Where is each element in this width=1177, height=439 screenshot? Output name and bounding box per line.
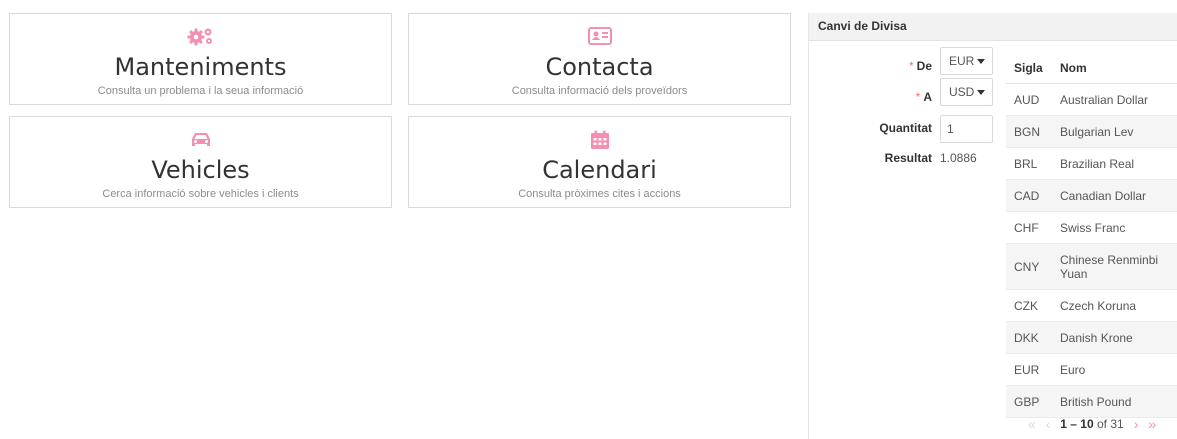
card-title: Calendari bbox=[542, 156, 657, 184]
currency-code: CZK bbox=[1006, 289, 1052, 322]
table-row[interactable]: BRL Brazilian Real bbox=[1006, 147, 1177, 180]
to-label: * A bbox=[916, 90, 932, 104]
table-row[interactable]: BGN Bulgarian Lev bbox=[1006, 115, 1177, 148]
to-currency-row: * A bbox=[809, 83, 932, 111]
card-calendari[interactable]: Calendari Consulta pròximes cites i acci… bbox=[408, 116, 791, 208]
table-header-row: Sigla Nom bbox=[1006, 52, 1177, 84]
currency-name: Canadian Dollar bbox=[1052, 179, 1177, 212]
result-label: Resultat bbox=[884, 151, 932, 165]
to-currency-value: USD bbox=[949, 85, 975, 99]
currency-code: EUR bbox=[1006, 353, 1052, 386]
currency-name: Bulgarian Lev bbox=[1052, 115, 1177, 148]
table-row[interactable]: CAD Canadian Dollar bbox=[1006, 179, 1177, 212]
required-mark: * bbox=[915, 90, 921, 104]
quantity-label: Quantitat bbox=[879, 121, 932, 135]
currency-table: Sigla Nom AUD Australian Dollar BGN Bulgar… bbox=[1006, 52, 1177, 418]
chevron-down-icon bbox=[977, 59, 985, 64]
first-page-icon[interactable]: « bbox=[1028, 416, 1036, 432]
to-currency-select[interactable]: USD bbox=[940, 78, 993, 106]
last-page-icon[interactable]: » bbox=[1148, 416, 1156, 432]
page-range: 1 – 10 of 31 bbox=[1060, 417, 1123, 431]
card-vehicles[interactable]: Vehicles Cerca informació sobre vehicles… bbox=[9, 116, 392, 208]
currency-code: AUD bbox=[1006, 83, 1052, 116]
card-title: Manteniments bbox=[114, 53, 287, 81]
table-row[interactable]: CNY Chinese Renminbi Yuan bbox=[1006, 243, 1177, 290]
required-mark: * bbox=[908, 59, 914, 73]
card-title: Vehicles bbox=[151, 156, 250, 184]
currency-name: Brazilian Real bbox=[1052, 147, 1177, 180]
to-label-text: A bbox=[923, 90, 932, 104]
next-page-icon[interactable]: › bbox=[1134, 416, 1139, 432]
result-row: Resultat bbox=[809, 151, 932, 167]
currency-code: CAD bbox=[1006, 179, 1052, 212]
currency-code: CNY bbox=[1006, 243, 1052, 290]
currency-code: DKK bbox=[1006, 321, 1052, 354]
card-subtitle: Consulta pròximes cites i accions bbox=[518, 188, 681, 200]
quantity-row: Quantitat bbox=[809, 114, 932, 142]
currency-code: BRL bbox=[1006, 147, 1052, 180]
column-header-nom[interactable]: Nom bbox=[1052, 52, 1177, 84]
card-subtitle: Consulta informació dels proveïdors bbox=[511, 85, 688, 97]
currency-exchange-panel: Canvi de Divisa * De EUR * A USD Quantitat… bbox=[808, 13, 1177, 439]
table-row[interactable]: EUR Euro bbox=[1006, 353, 1177, 386]
card-contacta[interactable]: Contacta Consulta informació dels proveï… bbox=[408, 13, 791, 105]
gears-icon bbox=[10, 26, 391, 48]
pagination: « ‹ 1 – 10 of 31 › » bbox=[1006, 412, 1177, 436]
car-icon bbox=[10, 129, 391, 151]
currency-name: Australian Dollar bbox=[1052, 83, 1177, 116]
prev-page-icon[interactable]: ‹ bbox=[1046, 416, 1051, 432]
chevron-down-icon bbox=[977, 90, 985, 95]
page-total: of 31 bbox=[1097, 417, 1124, 431]
card-subtitle: Cerca informació sobre vehicles i client… bbox=[102, 188, 299, 200]
from-currency-value: EUR bbox=[949, 54, 975, 68]
currency-name: Euro bbox=[1052, 353, 1177, 386]
table-row[interactable]: DKK Danish Krone bbox=[1006, 321, 1177, 354]
table-row[interactable]: AUD Australian Dollar bbox=[1006, 83, 1177, 116]
currency-code: BGN bbox=[1006, 115, 1052, 148]
column-header-sigla[interactable]: Sigla bbox=[1006, 52, 1052, 84]
from-label-text: De bbox=[916, 59, 932, 73]
from-currency-row: * De bbox=[809, 52, 932, 80]
card-subtitle: Consulta un problema i la seua informaci… bbox=[97, 85, 304, 97]
currency-name: Chinese Renminbi Yuan bbox=[1052, 243, 1177, 290]
currency-name: Danish Krone bbox=[1052, 321, 1177, 354]
from-label: * De bbox=[909, 59, 932, 73]
page-range-value: 1 – 10 bbox=[1060, 417, 1094, 431]
result-value: 1.0886 bbox=[940, 151, 977, 165]
card-manteniments[interactable]: Manteniments Consulta un problema i la s… bbox=[9, 13, 392, 105]
currency-code: CHF bbox=[1006, 211, 1052, 244]
card-title: Contacta bbox=[545, 53, 654, 81]
from-currency-select[interactable]: EUR bbox=[940, 47, 993, 75]
currency-name: Swiss Franc bbox=[1052, 211, 1177, 244]
table-row[interactable]: CZK Czech Koruna bbox=[1006, 289, 1177, 322]
panel-title: Canvi de Divisa bbox=[809, 13, 1177, 41]
quantity-input[interactable] bbox=[940, 115, 993, 143]
calendar-icon bbox=[409, 129, 790, 151]
contact-card-icon bbox=[409, 26, 790, 48]
table-row[interactable]: CHF Swiss Franc bbox=[1006, 211, 1177, 244]
currency-name: Czech Koruna bbox=[1052, 289, 1177, 322]
